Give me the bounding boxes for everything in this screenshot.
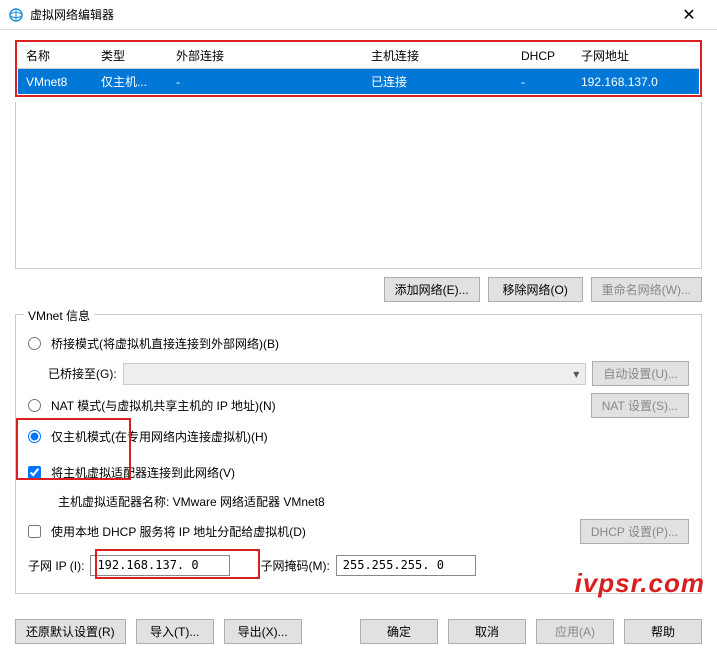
- col-dhcp[interactable]: DHCP: [513, 43, 573, 69]
- dhcp-checkbox[interactable]: [28, 525, 41, 538]
- dhcp-label[interactable]: 使用本地 DHCP 服务将 IP 地址分配给虚拟机(D): [51, 523, 306, 540]
- import-button[interactable]: 导入(T)...: [136, 619, 214, 644]
- cell-type: 仅主机...: [93, 69, 168, 95]
- add-network-button[interactable]: 添加网络(E)...: [384, 277, 480, 302]
- remove-network-button[interactable]: 移除网络(O): [488, 277, 583, 302]
- nat-radio[interactable]: [28, 399, 41, 412]
- cell-dhcp: -: [513, 69, 573, 95]
- network-table-highlight: 名称 类型 外部连接 主机连接 DHCP 子网地址 VMnet8 仅主机... …: [15, 40, 702, 97]
- subnet-mask-label: 子网掩码(M):: [260, 557, 329, 574]
- col-name[interactable]: 名称: [18, 43, 93, 69]
- cell-name: VMnet8: [18, 69, 93, 95]
- close-icon[interactable]: ✕: [669, 5, 709, 25]
- cell-subnet: 192.168.137.0: [573, 69, 699, 95]
- cell-external: -: [168, 69, 363, 95]
- subnet-ip-label: 子网 IP (I):: [28, 557, 84, 574]
- apply-button: 应用(A): [536, 619, 614, 644]
- bridge-label[interactable]: 桥接模式(将虚拟机直接连接到外部网络)(B): [51, 335, 279, 352]
- dhcp-settings-button: DHCP 设置(P)...: [580, 519, 689, 544]
- col-subnet[interactable]: 子网地址: [573, 43, 699, 69]
- cancel-button[interactable]: 取消: [448, 619, 526, 644]
- restore-defaults-button[interactable]: 还原默认设置(R): [15, 619, 126, 644]
- vmnet-legend: VMnet 信息: [24, 307, 94, 324]
- auto-settings-button: 自动设置(U)...: [592, 361, 689, 386]
- hostonly-radio[interactable]: [28, 430, 41, 443]
- ok-button[interactable]: 确定: [360, 619, 438, 644]
- table-empty-area[interactable]: [15, 102, 702, 269]
- bridge-to-combo: [123, 363, 587, 385]
- host-adapter-label[interactable]: 将主机虚拟适配器连接到此网络(V): [51, 464, 235, 481]
- hostonly-label[interactable]: 仅主机模式(在专用网络内连接虚拟机)(H): [51, 428, 268, 445]
- cell-host: 已连接: [363, 69, 513, 95]
- export-button[interactable]: 导出(X)...: [224, 619, 302, 644]
- network-table[interactable]: 名称 类型 外部连接 主机连接 DHCP 子网地址 VMnet8 仅主机... …: [18, 43, 699, 94]
- bridge-radio[interactable]: [28, 337, 41, 350]
- help-button[interactable]: 帮助: [624, 619, 702, 644]
- col-host[interactable]: 主机连接: [363, 43, 513, 69]
- app-icon: [8, 7, 24, 23]
- vmnet-info-group: VMnet 信息 桥接模式(将虚拟机直接连接到外部网络)(B) 已桥接至(G):…: [15, 314, 702, 594]
- subnet-ip-field[interactable]: [90, 555, 230, 576]
- subnet-mask-field[interactable]: [336, 555, 476, 576]
- window-title: 虚拟网络编辑器: [30, 6, 669, 23]
- nat-settings-button: NAT 设置(S)...: [591, 393, 689, 418]
- bridge-to-label: 已桥接至(G):: [48, 365, 117, 382]
- rename-network-button: 重命名网络(W)...: [591, 277, 702, 302]
- col-type[interactable]: 类型: [93, 43, 168, 69]
- table-row[interactable]: VMnet8 仅主机... - 已连接 - 192.168.137.0: [18, 69, 699, 95]
- col-external[interactable]: 外部连接: [168, 43, 363, 69]
- host-adapter-name: 主机虚拟适配器名称: VMware 网络适配器 VMnet8: [58, 493, 325, 510]
- nat-label[interactable]: NAT 模式(与虚拟机共享主机的 IP 地址)(N): [51, 397, 276, 414]
- host-adapter-checkbox[interactable]: [28, 466, 41, 479]
